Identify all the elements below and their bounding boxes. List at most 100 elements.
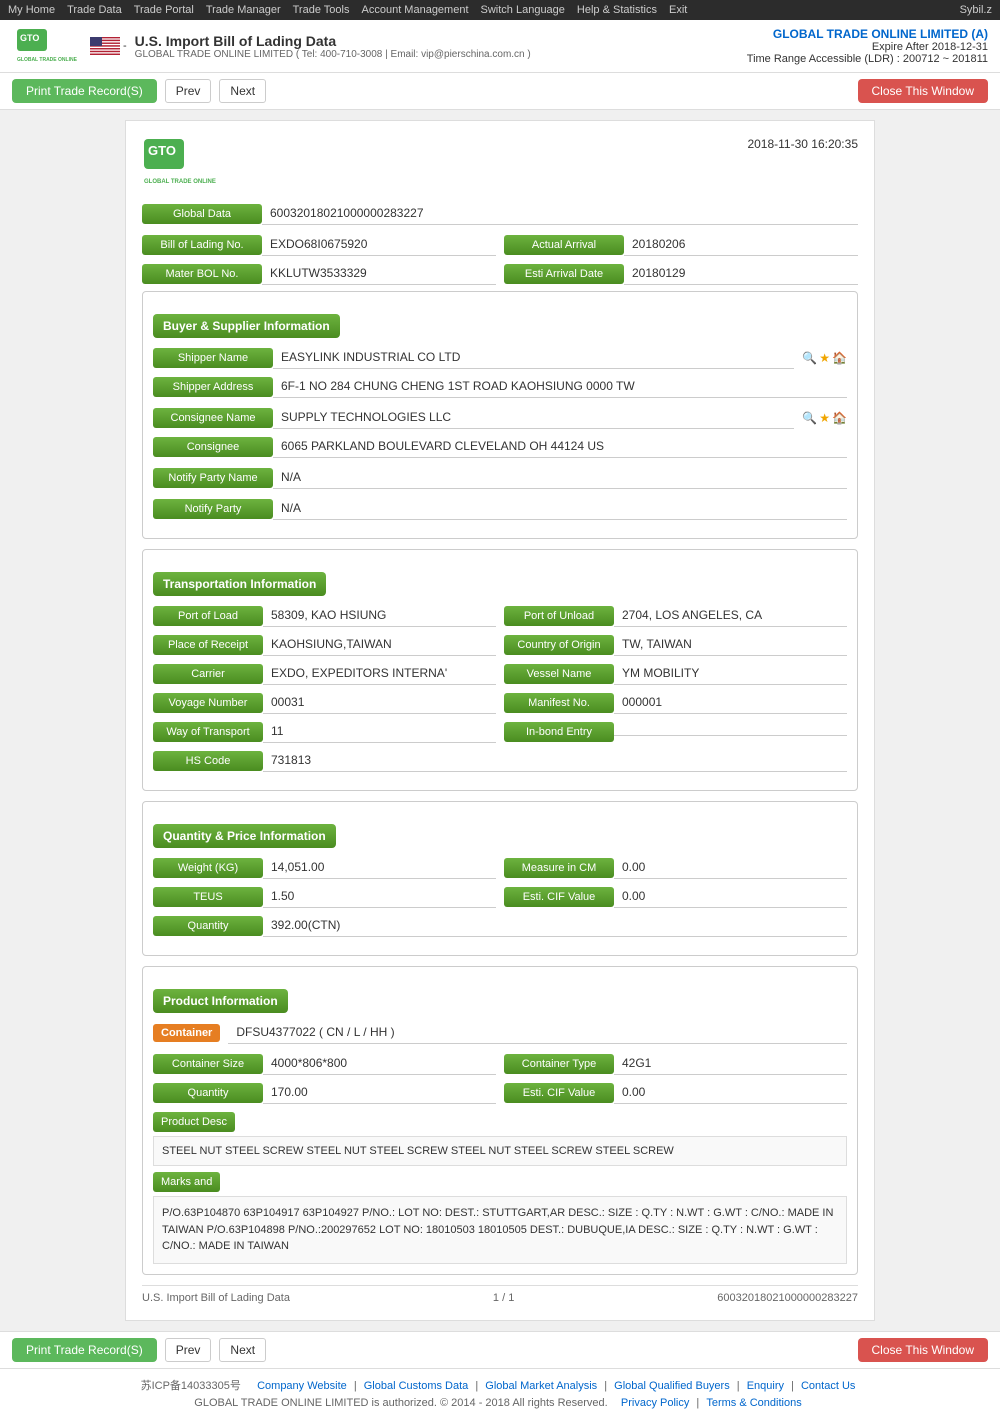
prev-button-top[interactable]: Prev — [165, 79, 212, 103]
global-data-row: Global Data 60032018021000000283227 — [142, 202, 858, 225]
footer-link-company[interactable]: Company Website — [257, 1380, 347, 1392]
header-left: GTO GLOBAL TRADE ONLINE — [12, 26, 531, 66]
product-quantity-label: Quantity — [153, 1083, 263, 1103]
consignee-value: 6065 PARKLAND BOULEVARD CLEVELAND OH 441… — [273, 435, 847, 458]
global-data-value: 60032018021000000283227 — [262, 202, 858, 225]
top-toolbar: Print Trade Record(S) Prev Next Close Th… — [0, 73, 1000, 110]
transportation-header: Transportation Information — [153, 572, 326, 596]
shipper-home-icon[interactable]: 🏠 — [832, 351, 847, 365]
prev-button-bottom[interactable]: Prev — [165, 1338, 212, 1362]
nav-trade-tools[interactable]: Trade Tools — [293, 4, 350, 16]
product-quantity-col: Quantity 170.00 — [153, 1081, 496, 1104]
nav-my-home[interactable]: My Home — [8, 4, 55, 16]
port-load-col: Port of Load 58309, KAO HSIUNG — [153, 604, 496, 627]
shipper-star-icon[interactable]: ★ — [819, 351, 830, 365]
carrier-value: EXDO, EXPEDITORS INTERNA' — [263, 662, 496, 685]
way-transport-value: 11 — [263, 720, 496, 743]
nav-switch-language[interactable]: Switch Language — [481, 4, 565, 16]
nav-help-statistics[interactable]: Help & Statistics — [577, 4, 657, 16]
nav-account-management[interactable]: Account Management — [362, 4, 469, 16]
port-load-label: Port of Load — [153, 606, 263, 626]
port-unload-col: Port of Unload 2704, LOS ANGELES, CA — [504, 604, 847, 627]
buyer-supplier-section: Buyer & Supplier Information Shipper Nam… — [142, 291, 858, 539]
quantity-price-header: Quantity & Price Information — [153, 824, 336, 848]
us-flag-icon — [90, 37, 120, 55]
carrier-vessel-row: Carrier EXDO, EXPEDITORS INTERNA' Vessel… — [153, 662, 847, 685]
time-range: Time Range Accessible (LDR) : 200712 ~ 2… — [747, 53, 988, 65]
footer-copyright: GLOBAL TRADE ONLINE LIMITED is authorize… — [12, 1397, 988, 1409]
hs-code-value: 731813 — [263, 749, 847, 772]
global-data-label: Global Data — [142, 204, 262, 224]
doc-footer-record: 60032018021000000283227 — [717, 1292, 858, 1304]
print-button-bottom[interactable]: Print Trade Record(S) — [12, 1338, 157, 1362]
main-content: GTO GLOBAL TRADE ONLINE 2018-11-30 16:20… — [0, 110, 1000, 1331]
shipper-name-row: Shipper Name EASYLINK INDUSTRIAL CO LTD … — [153, 346, 847, 369]
esti-arrival-label: Esti Arrival Date — [504, 264, 624, 284]
voyage-label: Voyage Number — [153, 693, 263, 713]
notify-party-value: N/A — [273, 497, 847, 520]
close-button-bottom[interactable]: Close This Window — [858, 1338, 988, 1362]
bol-value: EXDO68I0675920 — [262, 233, 496, 256]
notify-party-name-value: N/A — [273, 466, 847, 489]
header-right: GLOBAL TRADE ONLINE LIMITED (A) Expire A… — [747, 27, 988, 65]
vessel-value: YM MOBILITY — [614, 662, 847, 685]
svg-text:GTO: GTO — [148, 143, 176, 158]
doc-footer-page: 1 / 1 — [493, 1292, 514, 1304]
actual-arrival-label: Actual Arrival — [504, 235, 624, 255]
consignee-row: Consignee 6065 PARKLAND BOULEVARD CLEVEL… — [153, 435, 847, 458]
product-header: Product Information — [153, 989, 288, 1013]
next-button-top[interactable]: Next — [219, 79, 266, 103]
doc-logo: GTO GLOBAL TRADE ONLINE — [142, 137, 242, 190]
product-desc-block: Product Desc STEEL NUT STEEL SCREW STEEL… — [153, 1112, 847, 1166]
document-datetime: 2018-11-30 16:20:35 — [747, 137, 858, 151]
notify-party-name-row: Notify Party Name N/A — [153, 466, 847, 489]
nav-exit[interactable]: Exit — [669, 4, 687, 16]
header-title-block: U.S. Import Bill of Lading Data GLOBAL T… — [135, 33, 531, 60]
esti-arrival-value: 20180129 — [624, 262, 858, 285]
bol-label: Bill of Lading No. — [142, 235, 262, 255]
place-receipt-col: Place of Receipt KAOHSIUNG,TAIWAN — [153, 633, 496, 656]
footer-link-buyers[interactable]: Global Qualified Buyers — [614, 1380, 730, 1392]
close-button-top[interactable]: Close This Window — [858, 79, 988, 103]
voyage-value: 00031 — [263, 691, 496, 714]
header-subtitle: GLOBAL TRADE ONLINE LIMITED ( Tel: 400-7… — [135, 49, 531, 60]
page-header: GTO GLOBAL TRADE ONLINE — [0, 20, 1000, 73]
shipper-search-icon[interactable]: 🔍 — [802, 351, 817, 365]
consignee-search-icon[interactable]: 🔍 — [802, 411, 817, 425]
icp-number: 苏ICP备14033305号 — [141, 1380, 241, 1392]
footer-link-customs[interactable]: Global Customs Data — [364, 1380, 469, 1392]
quantity-label: Quantity — [153, 916, 263, 936]
print-button-top[interactable]: Print Trade Record(S) — [12, 79, 157, 103]
port-unload-value: 2704, LOS ANGELES, CA — [614, 604, 847, 627]
doc-logo-svg: GTO GLOBAL TRADE ONLINE — [142, 137, 232, 187]
teus-cif-row: TEUS 1.50 Esti. CIF Value 0.00 — [153, 885, 847, 908]
document-footer: U.S. Import Bill of Lading Data 1 / 1 60… — [142, 1285, 858, 1304]
master-bol-row: Mater BOL No. KKLUTW3533329 Esti Arrival… — [142, 262, 858, 285]
nav-trade-manager[interactable]: Trade Manager — [206, 4, 281, 16]
nav-trade-data[interactable]: Trade Data — [67, 4, 122, 16]
flag-container: - — [90, 37, 127, 55]
shipper-address-row: Shipper Address 6F-1 NO 284 CHUNG CHENG … — [153, 375, 847, 398]
next-button-bottom[interactable]: Next — [219, 1338, 266, 1362]
vessel-label: Vessel Name — [504, 664, 614, 684]
footer-privacy-policy[interactable]: Privacy Policy — [621, 1397, 689, 1409]
consignee-star-icon[interactable]: ★ — [819, 411, 830, 425]
teus-value: 1.50 — [263, 885, 496, 908]
carrier-label: Carrier — [153, 664, 263, 684]
shipper-address-label: Shipper Address — [153, 377, 273, 397]
footer-link-enquiry[interactable]: Enquiry — [747, 1380, 784, 1392]
footer-links: 苏ICP备14033305号 Company Website | Global … — [12, 1377, 988, 1393]
place-receipt-value: KAOHSIUNG,TAIWAN — [263, 633, 496, 656]
hs-code-label: HS Code — [153, 751, 263, 771]
footer-link-contact[interactable]: Contact Us — [801, 1380, 855, 1392]
container-type-col: Container Type 42G1 — [504, 1052, 847, 1075]
quantity-value: 392.00(CTN) — [263, 914, 847, 937]
footer-terms[interactable]: Terms & Conditions — [706, 1397, 801, 1409]
nav-trade-portal[interactable]: Trade Portal — [134, 4, 194, 16]
container-size-label: Container Size — [153, 1054, 263, 1074]
company-name: GLOBAL TRADE ONLINE LIMITED (A) — [747, 27, 988, 41]
consignee-home-icon[interactable]: 🏠 — [832, 411, 847, 425]
in-bond-col: In-bond Entry — [504, 720, 847, 743]
measure-label: Measure in CM — [504, 858, 614, 878]
footer-link-market[interactable]: Global Market Analysis — [485, 1380, 597, 1392]
